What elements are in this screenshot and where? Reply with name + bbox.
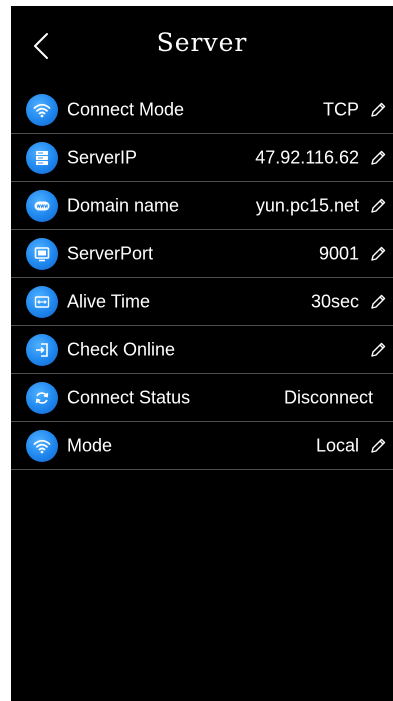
settings-list: Connect Mode TCP ServerIP 47.92.116.62 D… xyxy=(11,86,393,470)
check-in-icon xyxy=(26,333,58,366)
pencil-icon[interactable] xyxy=(369,149,387,167)
top-bar: Server xyxy=(11,6,393,86)
setting-row-server-ip[interactable]: ServerIP 47.92.116.62 xyxy=(11,134,393,182)
pencil-icon[interactable] xyxy=(369,245,387,263)
setting-row-connect-status: Connect Status Disconnect xyxy=(11,374,393,422)
setting-label: Connect Status xyxy=(67,387,191,407)
pencil-icon[interactable] xyxy=(369,341,387,359)
pencil-icon[interactable] xyxy=(369,197,387,215)
interval-icon xyxy=(26,285,58,318)
page-title: Server xyxy=(156,28,248,57)
setting-label: Mode xyxy=(67,435,113,455)
connect-status-value: Disconnect xyxy=(283,387,373,407)
refresh-icon xyxy=(26,381,58,414)
setting-value: 9001 xyxy=(318,243,359,263)
setting-value: TCP xyxy=(323,99,359,119)
setting-value: Local xyxy=(315,435,359,455)
setting-row-alive-time[interactable]: Alive Time 30sec xyxy=(11,278,393,326)
pencil-icon[interactable] xyxy=(369,437,387,455)
setting-row-connect-mode[interactable]: Connect Mode TCP xyxy=(11,86,393,134)
setting-label: Check Online xyxy=(67,339,176,359)
setting-row-mode[interactable]: Mode Local xyxy=(11,422,393,470)
wifi-icon xyxy=(26,429,58,462)
pencil-icon[interactable] xyxy=(369,101,387,119)
setting-label: ServerIP xyxy=(67,147,138,167)
pencil-icon[interactable] xyxy=(369,293,387,311)
setting-value: 47.92.116.62 xyxy=(255,147,359,167)
server-icon xyxy=(26,141,58,174)
setting-row-check-online[interactable]: Check Online xyxy=(11,326,393,374)
setting-label: Connect Mode xyxy=(67,99,185,119)
setting-value: 30sec xyxy=(310,291,359,311)
server-settings-screen: Server Connect Mode TCP ServerIP 47.92.1… xyxy=(11,6,393,701)
setting-row-server-port[interactable]: ServerPort 9001 xyxy=(11,230,393,278)
www-icon xyxy=(26,189,58,222)
setting-row-domain-name[interactable]: Domain name yun.pc15.net xyxy=(11,182,393,230)
setting-label: ServerPort xyxy=(67,243,154,263)
setting-label: Domain name xyxy=(67,195,180,215)
wifi-icon xyxy=(26,93,58,126)
monitor-icon xyxy=(26,237,58,270)
setting-label: Alive Time xyxy=(67,291,151,311)
setting-value: yun.pc15.net xyxy=(255,195,359,215)
